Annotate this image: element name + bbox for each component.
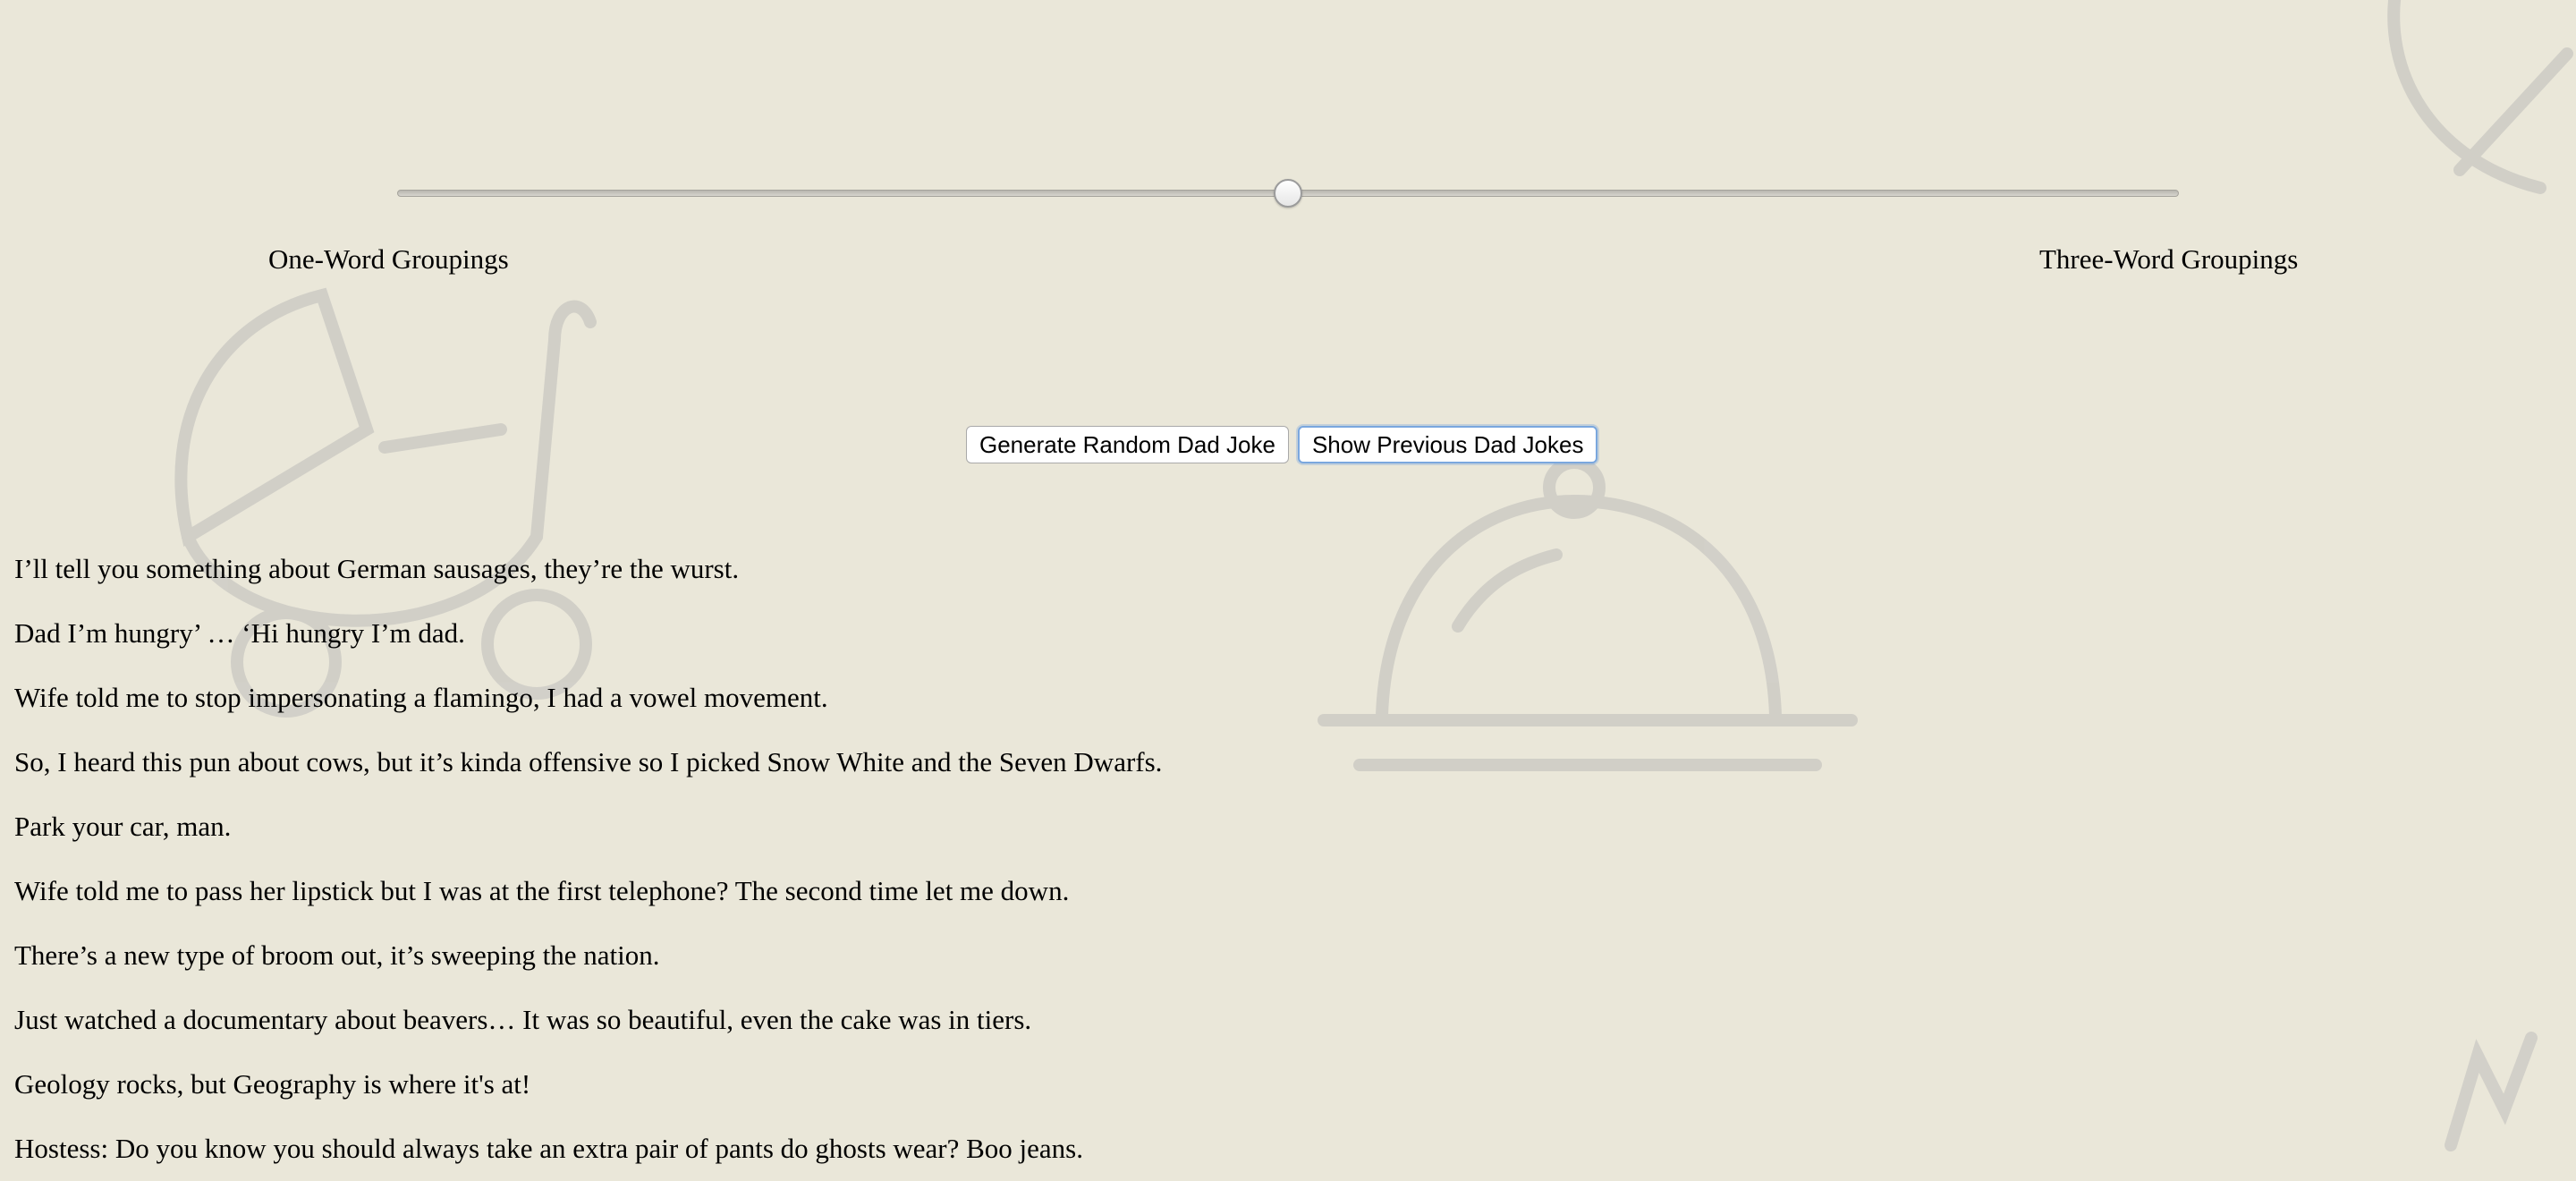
page: One-Word Groupings Three-Word Groupings … [0,0,2576,1181]
slider-max-label: Three-Word Groupings [2039,243,2299,275]
joke-item: Geology rocks, but Geography is where it… [14,1068,531,1100]
generate-joke-button[interactable]: Generate Random Dad Joke [966,426,1289,463]
joke-item: Dad I’m hungry’ … ‘Hi hungry I’m dad. [14,617,465,649]
jokes-list: I’ll tell you something about German sau… [14,548,1162,1181]
slider-thumb[interactable] [1274,179,1302,208]
serving-cloche-icon [1318,456,1858,771]
joke-item: I’ll tell you something about German sau… [14,553,740,584]
joke-item: Wife told me to stop impersonating a fla… [14,682,828,713]
grouping-slider[interactable] [397,179,2179,209]
show-previous-jokes-button[interactable]: Show Previous Dad Jokes [1297,426,1598,463]
joke-item: Just watched a documentary about beavers… [14,1004,1032,1035]
joke-item: Wife told me to pass her lipstick but I … [14,875,1070,906]
joke-item: Hostess: Do you know you should always t… [14,1133,1083,1164]
action-buttons: Generate Random Dad Joke Show Previous D… [966,426,1598,463]
slider-min-label: One-Word Groupings [268,243,509,275]
joke-item: So, I heard this pun about cows, but it’… [14,746,1163,777]
joke-item: Park your car, man. [14,811,232,842]
joke-item: There’s a new type of broom out, it’s sw… [14,939,660,971]
decorative-corner-icon [2387,0,2573,1151]
